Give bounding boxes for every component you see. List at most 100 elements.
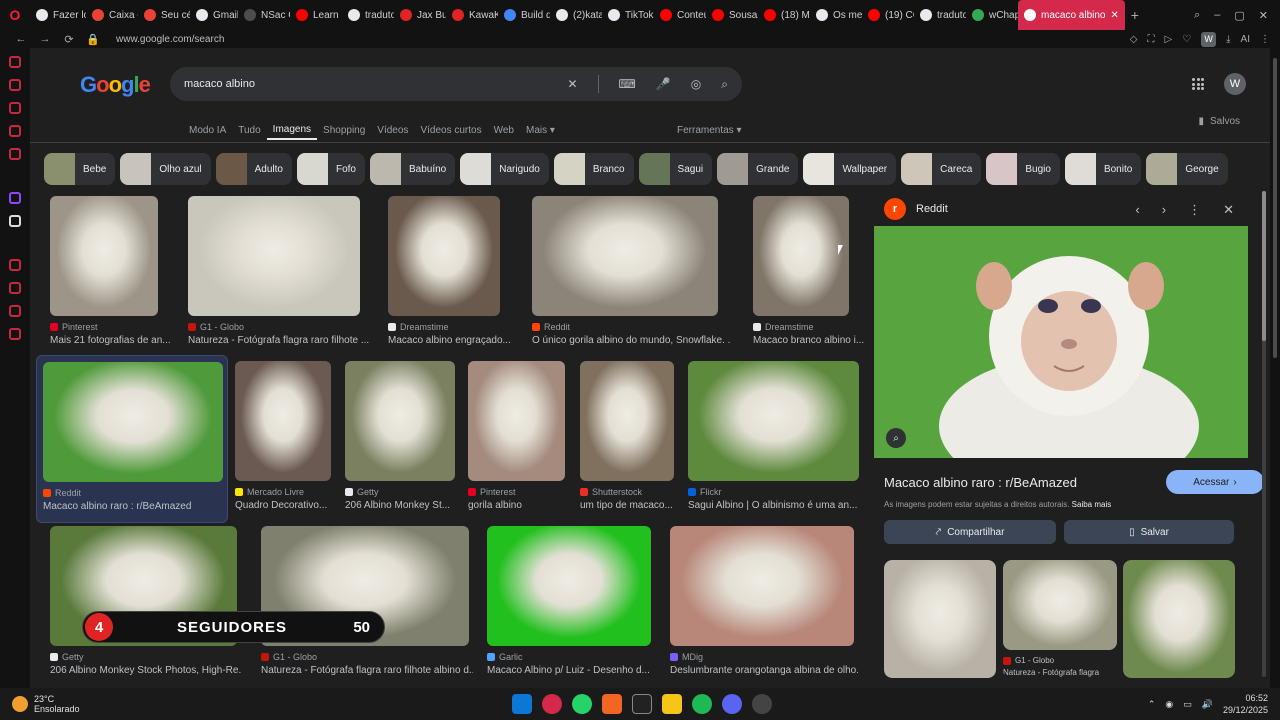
nav-tab[interactable]: Tudo <box>232 120 266 140</box>
refinement-chip[interactable]: Adulto <box>215 153 292 185</box>
image-result[interactable]: Getty 206 Albino Monkey Stock Photos, Hi… <box>50 526 242 682</box>
tools-button[interactable]: Ferramentas ▾ <box>677 120 741 140</box>
image-result[interactable]: G1 - Globo Natureza - Fotógrafa flagra r… <box>261 526 473 682</box>
refinement-chip[interactable]: Babuíno <box>369 153 456 185</box>
result-source[interactable]: Dreamstime <box>753 322 814 332</box>
refinement-chip[interactable]: George <box>1146 153 1228 185</box>
refinement-chip[interactable]: Narigudo <box>460 153 549 185</box>
result-image[interactable] <box>43 362 223 482</box>
nav-tab[interactable]: Vídeos <box>371 120 414 140</box>
obs-icon[interactable] <box>752 694 772 714</box>
apps-grid-icon[interactable] <box>1192 78 1204 90</box>
pinboard-icon[interactable] <box>9 305 21 317</box>
refinement-chip[interactable]: Grande <box>717 153 799 185</box>
nav-tab[interactable]: Vídeos curtos <box>414 120 487 140</box>
opera-taskbar-icon[interactable] <box>542 694 562 714</box>
result-source[interactable]: G1 - Globo <box>261 652 317 662</box>
tab-active[interactable]: macaco albino ✕ <box>1018 0 1125 30</box>
search-in-image-icon[interactable]: ⌕ <box>886 428 906 448</box>
visit-button[interactable]: Acessar › <box>1166 470 1264 494</box>
browser-tab[interactable]: KawaK <box>446 0 498 30</box>
browser-tab[interactable]: Gmail <box>190 0 238 30</box>
mail-icon[interactable] <box>9 148 21 160</box>
prev-icon[interactable]: ‹ <box>1135 202 1139 218</box>
save-button[interactable]: ▯ Salvar <box>1064 520 1234 544</box>
result-source[interactable]: Flickr <box>688 487 722 497</box>
play-icon[interactable]: ▷ <box>1164 34 1172 45</box>
search-input[interactable]: macaco albino <box>184 78 567 90</box>
browser-tab[interactable]: TikTok <box>602 0 654 30</box>
nav-tab[interactable]: Imagens <box>266 120 318 140</box>
browser-tab[interactable]: Os meli <box>810 0 862 30</box>
refinement-chip[interactable]: Careca <box>901 153 982 185</box>
refinement-chip[interactable]: Olho azul <box>120 153 211 185</box>
url-field[interactable]: www.google.com/search <box>116 34 224 45</box>
result-image[interactable] <box>688 361 859 481</box>
browser-tab[interactable]: Seu cé <box>138 0 190 30</box>
account-avatar[interactable]: W <box>1224 73 1246 95</box>
nav-tab[interactable]: Web <box>488 120 520 140</box>
history-icon[interactable] <box>9 282 21 294</box>
browser-tab[interactable]: traduto <box>342 0 394 30</box>
saved-button[interactable]: ▮ Salvos <box>1198 116 1240 127</box>
twitch-icon[interactable] <box>9 192 21 204</box>
browser-tab[interactable]: (19) CC <box>862 0 914 30</box>
result-source[interactable]: Dreamstime <box>388 322 449 332</box>
related-image[interactable] <box>1123 560 1235 678</box>
result-image[interactable] <box>753 196 849 316</box>
result-title[interactable]: Natureza - Fotógrafa flagra raro filhote… <box>261 665 473 676</box>
result-image[interactable] <box>670 526 854 646</box>
network-icon[interactable]: ◉ <box>1165 699 1173 710</box>
result-image[interactable] <box>532 196 718 316</box>
refinement-chip[interactable]: Branco <box>553 153 634 185</box>
search-icon[interactable]: ⌕ <box>721 77 728 92</box>
result-image[interactable] <box>345 361 455 481</box>
result-image[interactable] <box>188 196 360 316</box>
result-title[interactable]: Macaco albino engraçado... <box>388 335 522 346</box>
share-button[interactable]: ⤤ Compartilhar <box>884 520 1056 544</box>
image-result[interactable]: Reddit O único gorila albino do mundo, S… <box>532 196 730 352</box>
image-result[interactable]: Dreamstime Macaco branco albino i... <box>753 196 865 352</box>
ai-button[interactable]: AI <box>1241 34 1250 45</box>
profile-avatar[interactable]: W <box>1201 31 1217 47</box>
browser-tab[interactable]: (18) ME <box>758 0 810 30</box>
page-scrollbar[interactable] <box>1270 48 1280 688</box>
result-title[interactable]: 206 Albino Monkey Stock Photos, High-Re.… <box>50 665 242 676</box>
related-image[interactable] <box>884 560 996 678</box>
nav-tab[interactable]: Modo IA <box>183 120 232 140</box>
browser-tab[interactable]: Sousaz <box>706 0 758 30</box>
google-logo[interactable]: Google <box>80 72 151 98</box>
heart-icon[interactable]: ♡ <box>1182 34 1191 45</box>
result-source[interactable]: Pinterest <box>50 322 98 332</box>
result-title[interactable]: Macaco Albino p/ Luiz - Desenho d... <box>487 665 651 676</box>
lens-icon[interactable]: ◎ <box>691 77 701 91</box>
result-source[interactable]: Getty <box>345 487 379 497</box>
next-icon[interactable]: › <box>1162 202 1166 218</box>
panel-source[interactable]: r Reddit <box>884 198 948 220</box>
result-title[interactable]: um tipo de macaco... <box>580 500 680 511</box>
result-title[interactable]: Sagui Albino | O albinismo é uma an... <box>688 500 858 511</box>
browser-tab[interactable]: Build d <box>498 0 550 30</box>
result-title[interactable]: Quadro Decorativo... <box>235 500 335 511</box>
result-title[interactable]: Macaco albino raro : r/BeAmazed <box>43 501 221 512</box>
result-title[interactable]: Deslumbrante orangotanga albina de olho.… <box>670 665 858 676</box>
image-result[interactable]: Pinterest gorila albino <box>468 361 568 517</box>
weather-widget[interactable]: 23°C Ensolarado <box>12 694 80 714</box>
refinement-chip[interactable]: Sagui <box>638 153 713 185</box>
nav-tab[interactable]: Shopping <box>317 120 371 140</box>
learn-more-link[interactable]: Saiba mais <box>1072 500 1112 509</box>
image-result[interactable]: Dreamstime Macaco albino engraçado... <box>388 196 522 352</box>
result-source[interactable]: Shutterstock <box>580 487 642 497</box>
messenger-icon[interactable] <box>9 56 21 68</box>
browser-tab[interactable]: Learn E <box>290 0 342 30</box>
image-result[interactable]: G1 - Globo Natureza - Fotógrafa flagra r… <box>188 196 370 352</box>
refinement-chip[interactable]: Wallpaper <box>803 153 897 185</box>
nav-tab[interactable]: Mais ▾ <box>520 120 561 140</box>
result-title[interactable]: 206 Albino Monkey St... <box>345 500 461 511</box>
result-image[interactable] <box>580 361 674 481</box>
windows-start-icon[interactable] <box>512 694 532 714</box>
result-image[interactable] <box>50 196 158 316</box>
browser-tab[interactable]: Caixa d <box>86 0 138 30</box>
flow-icon[interactable] <box>9 79 21 91</box>
result-source[interactable]: Pinterest <box>468 487 516 497</box>
